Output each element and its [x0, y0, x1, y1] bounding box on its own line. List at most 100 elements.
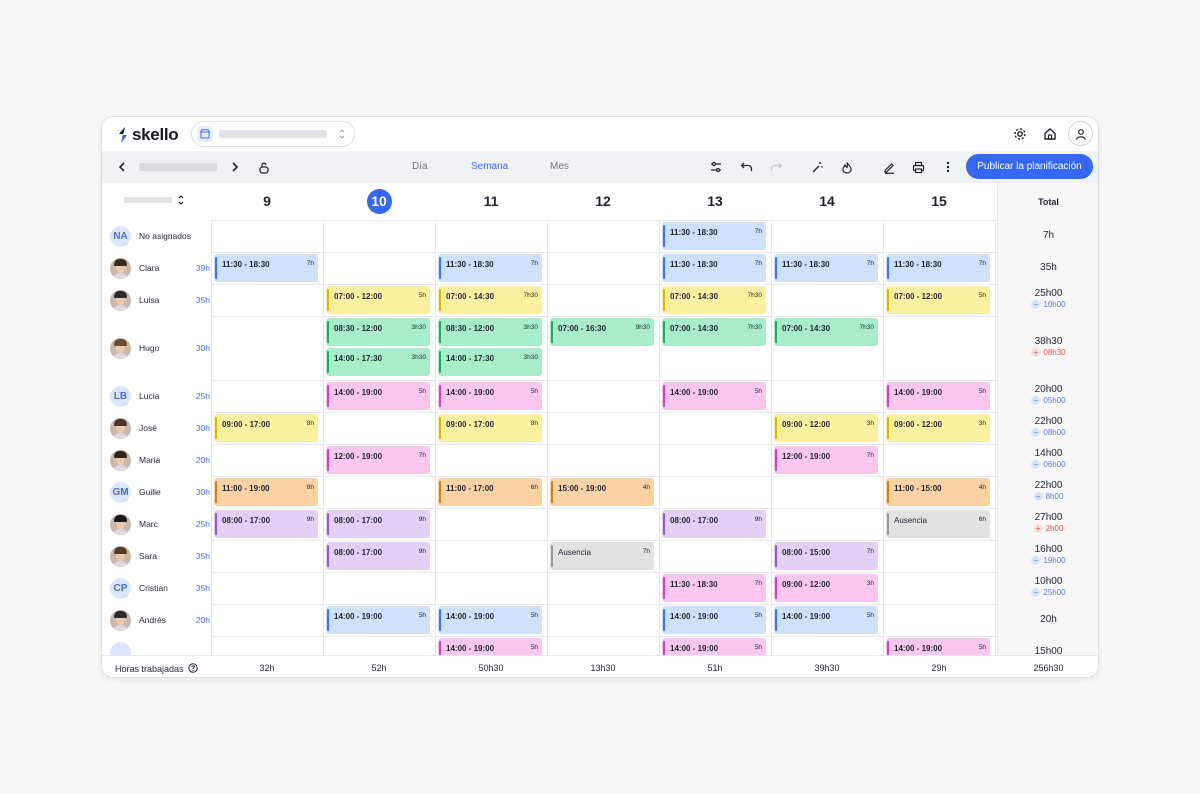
- shift-block[interactable]: 11:30 - 18:30 7h: [774, 254, 878, 282]
- more-vertical-icon[interactable]: [940, 159, 956, 175]
- day-header-13[interactable]: 13: [659, 193, 771, 209]
- employee-row[interactable]: Hugo 30h: [110, 316, 210, 380]
- total-hours: 15h00: [1034, 646, 1063, 655]
- shift-block[interactable]: 08:30 - 12:00 3h30: [326, 318, 430, 346]
- sort-selector-placeholder[interactable]: [124, 197, 172, 203]
- shift-block[interactable]: 08:00 - 17:00 9h: [662, 510, 766, 538]
- day-header-10[interactable]: 10: [323, 189, 435, 214]
- magic-wand-icon[interactable]: [809, 159, 825, 175]
- shift-block[interactable]: 11:30 - 18:30 7h: [662, 574, 766, 602]
- flame-icon[interactable]: [839, 159, 855, 175]
- gear-icon[interactable]: [1010, 124, 1030, 144]
- shop-selector[interactable]: [191, 121, 355, 147]
- lock-icon[interactable]: [256, 159, 272, 175]
- shift-block[interactable]: 14:00 - 17:30 3h30: [438, 348, 542, 376]
- chevron-up-down-icon[interactable]: [177, 193, 185, 212]
- shift-time: 11:00 - 15:00: [894, 484, 942, 493]
- employee-row[interactable]: [110, 636, 210, 655]
- help-circle-icon[interactable]: [187, 663, 198, 675]
- employee-row[interactable]: LB Lucia 25h: [110, 380, 210, 412]
- edit-pen-icon[interactable]: [881, 159, 897, 175]
- employee-row[interactable]: Maria 20h: [110, 444, 210, 476]
- day-header-11[interactable]: 11: [435, 193, 547, 209]
- day-header-14[interactable]: 14: [771, 193, 883, 209]
- employee-row[interactable]: Marc 25h: [110, 508, 210, 540]
- shift-block[interactable]: 14:00 - 19:00 5h: [438, 606, 542, 634]
- shift-block[interactable]: 14:00 - 19:00 5h: [662, 382, 766, 410]
- print-icon[interactable]: [910, 159, 926, 175]
- employee-row[interactable]: NA No asignados: [110, 220, 210, 252]
- shift-block[interactable]: 09:00 - 17:00 8h: [438, 414, 542, 442]
- absence-block[interactable]: Ausencia 6h: [886, 510, 990, 538]
- day-header-12[interactable]: 12: [547, 193, 659, 209]
- shift-block[interactable]: 07:00 - 14:30 7h30: [662, 286, 766, 314]
- home-icon[interactable]: [1040, 124, 1060, 144]
- shift-block[interactable]: 14:00 - 19:00 5h: [886, 638, 990, 655]
- employee-name: José: [139, 423, 157, 433]
- absence-block[interactable]: Ausencia 7h: [550, 542, 654, 570]
- shift-block[interactable]: 12:00 - 19:00 7h: [774, 446, 878, 474]
- shift-block[interactable]: 14:00 - 19:00 5h: [438, 382, 542, 410]
- shift-block[interactable]: 09:00 - 12:00 3h: [774, 574, 878, 602]
- employee-row[interactable]: GM Guille 30h: [110, 476, 210, 508]
- tab-semana[interactable]: Semana: [471, 161, 508, 172]
- shift-block[interactable]: 08:00 - 15:00 7h: [774, 542, 878, 570]
- employee-row[interactable]: José 30h: [110, 412, 210, 444]
- date-range-placeholder[interactable]: [139, 163, 217, 171]
- top-bar: skello: [102, 117, 1098, 151]
- shift-block[interactable]: 07:00 - 12:00 5h: [886, 286, 990, 314]
- shift-block[interactable]: 11:00 - 15:00 4h: [886, 478, 990, 506]
- shift-block[interactable]: 14:00 - 19:00 5h: [662, 638, 766, 655]
- shift-block[interactable]: 12:00 - 19:00 7h: [326, 446, 430, 474]
- shift-block[interactable]: 08:00 - 17:00 9h: [214, 510, 318, 538]
- shift-block[interactable]: 11:00 - 19:00 8h: [214, 478, 318, 506]
- shift-block[interactable]: 09:00 - 12:00 3h: [886, 414, 990, 442]
- hours-difference: −05h00: [997, 396, 1098, 405]
- publish-planning-button[interactable]: Publicar la planificación: [966, 154, 1093, 179]
- shift-block[interactable]: 07:00 - 12:00 5h: [326, 286, 430, 314]
- shift-block[interactable]: 08:00 - 17:00 9h: [326, 510, 430, 538]
- employee-row[interactable]: Andrés 20h: [110, 604, 210, 636]
- filter-sliders-icon[interactable]: [708, 159, 724, 175]
- undo-icon[interactable]: [738, 159, 754, 175]
- day-header-15[interactable]: 15: [883, 193, 995, 209]
- redo-icon[interactable]: [768, 159, 784, 175]
- shift-block[interactable]: 11:30 - 18:30 7h: [662, 222, 766, 250]
- shift-time: 07:00 - 14:30: [670, 292, 719, 301]
- shift-block[interactable]: 11:30 - 18:30 7h: [886, 254, 990, 282]
- shift-block[interactable]: 08:30 - 12:00 3h30: [438, 318, 542, 346]
- employee-row[interactable]: CP Cristian 35h: [110, 572, 210, 604]
- tab-dia[interactable]: Día: [412, 161, 428, 172]
- user-profile-icon[interactable]: [1068, 121, 1093, 146]
- shift-block[interactable]: 14:00 - 19:00 5h: [662, 606, 766, 634]
- shift-block[interactable]: 07:00 - 14:30 7h30: [774, 318, 878, 346]
- shift-block[interactable]: 11:30 - 18:30 7h: [438, 254, 542, 282]
- employee-row[interactable]: Luisa 35h: [110, 284, 210, 316]
- shift-block[interactable]: 14:00 - 17:30 3h30: [326, 348, 430, 376]
- shift-block[interactable]: 14:00 - 19:00 5h: [326, 382, 430, 410]
- employee-row[interactable]: Clara 39h: [110, 252, 210, 284]
- shift-block[interactable]: 14:00 - 19:00 5h: [326, 606, 430, 634]
- shift-duration: 5h: [530, 612, 538, 619]
- shift-block[interactable]: 07:00 - 14:30 7h30: [662, 318, 766, 346]
- shift-block[interactable]: 07:00 - 16:30 9h30: [550, 318, 654, 346]
- planning-window: skello Día Semana Mes Publicar la planif…: [101, 116, 1099, 678]
- shift-color-bar: [327, 545, 329, 567]
- day-header-9[interactable]: 9: [211, 193, 323, 209]
- tab-mes[interactable]: Mes: [550, 161, 569, 172]
- shift-block[interactable]: 09:00 - 17:00 8h: [214, 414, 318, 442]
- chevron-right-icon[interactable]: [227, 159, 243, 175]
- employee-row[interactable]: Sara 35h: [110, 540, 210, 572]
- shift-block[interactable]: 14:00 - 19:00 5h: [774, 606, 878, 634]
- shift-block[interactable]: 15:00 - 19:00 4h: [550, 478, 654, 506]
- row-divider: [211, 572, 997, 573]
- shift-block[interactable]: 14:00 - 19:00 5h: [886, 382, 990, 410]
- shift-block[interactable]: 07:00 - 14:30 7h30: [438, 286, 542, 314]
- shift-block[interactable]: 11:30 - 18:30 7h: [662, 254, 766, 282]
- chevron-left-icon[interactable]: [114, 159, 130, 175]
- shift-block[interactable]: 09:00 - 12:00 3h: [774, 414, 878, 442]
- shift-block[interactable]: 11:30 - 18:30 7h: [214, 254, 318, 282]
- shift-block[interactable]: 14:00 - 19:00 5h: [438, 638, 542, 655]
- shift-block[interactable]: 11:00 - 17:00 6h: [438, 478, 542, 506]
- shift-block[interactable]: 08:00 - 17:00 9h: [326, 542, 430, 570]
